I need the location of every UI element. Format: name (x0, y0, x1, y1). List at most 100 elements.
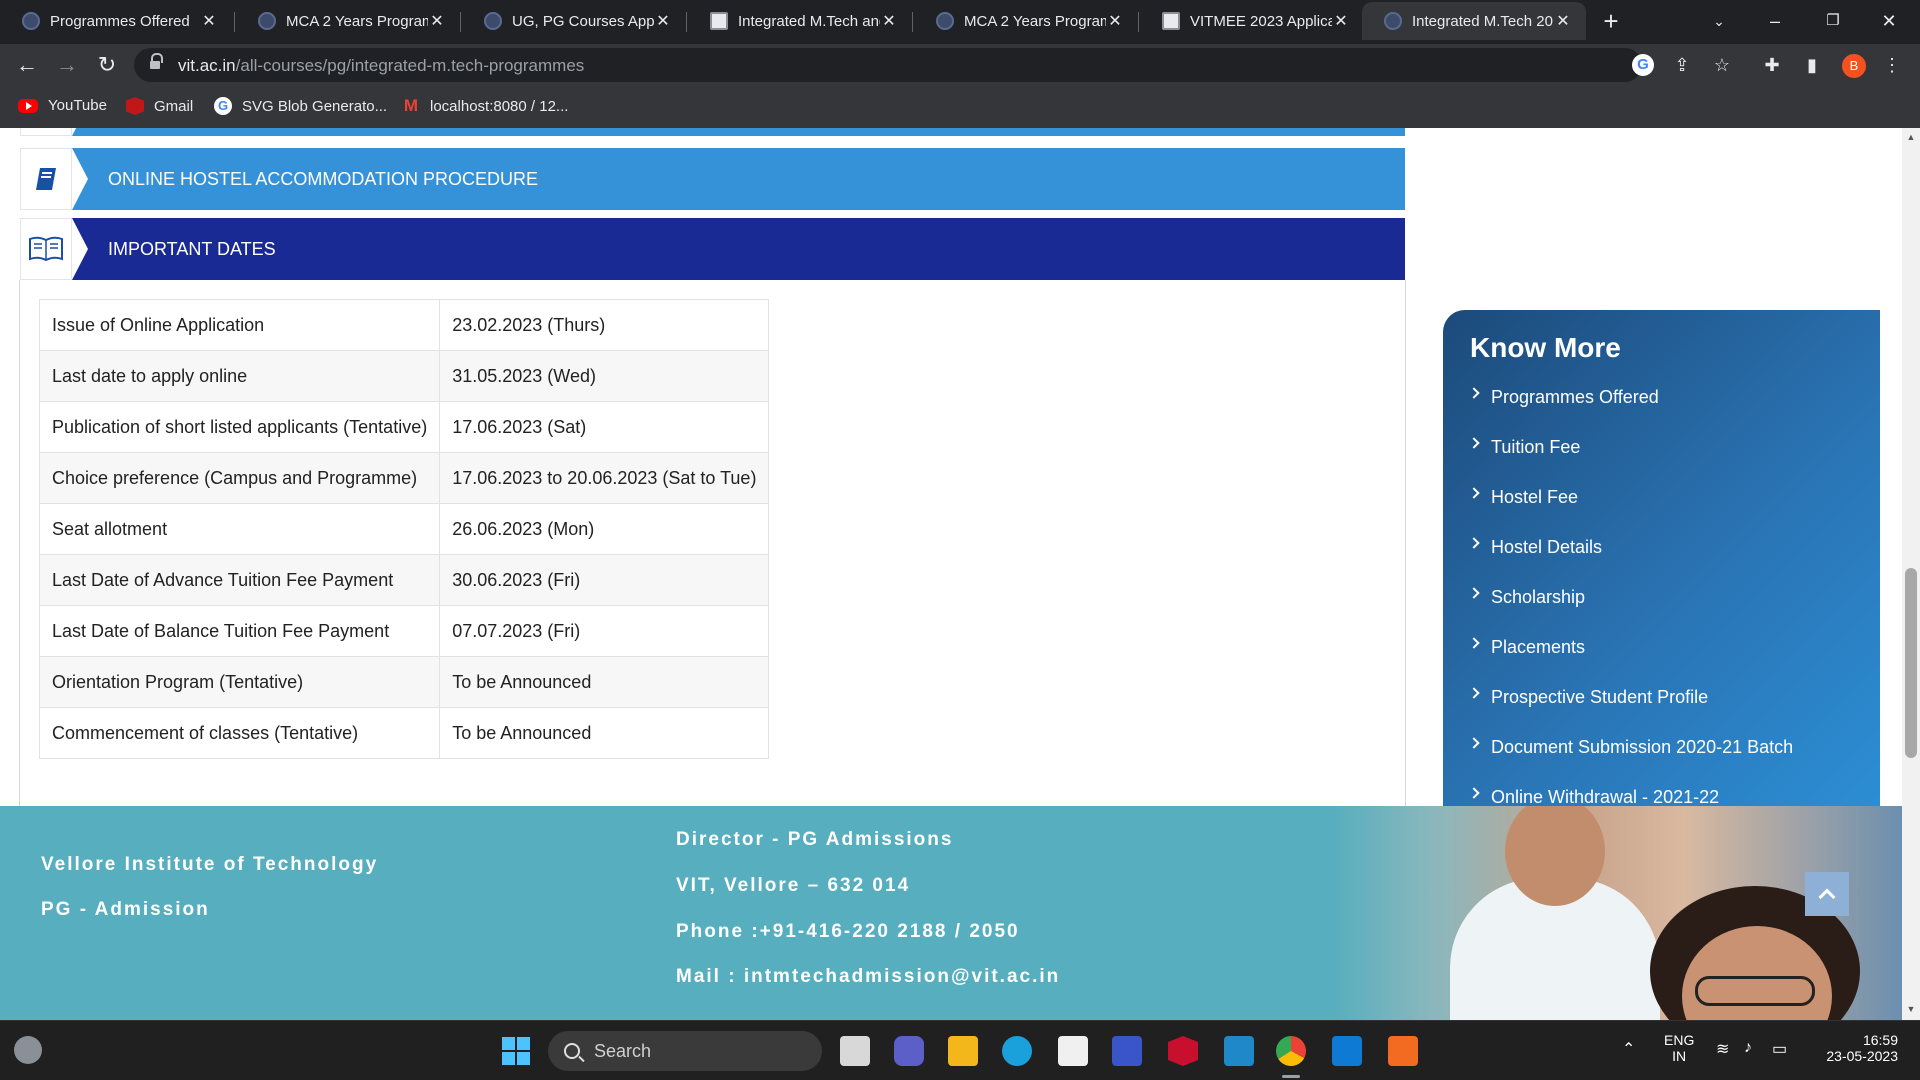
date-cell: 30.06.2023 (Fri) (439, 554, 770, 606)
know-more-link-tuition-fee[interactable]: Tuition Fee (1468, 436, 1580, 458)
bookmark-star-icon[interactable]: ☆ (1710, 53, 1734, 77)
scroll-down-arrow-icon[interactable]: ▼ (1906, 1004, 1916, 1014)
tab-vitmee-2023[interactable]: VITMEE 2023 Applicat ✕ (1140, 2, 1364, 40)
share-icon[interactable]: ⇪ (1670, 53, 1694, 77)
chevron-right-icon (1468, 586, 1480, 599)
scroll-up-arrow-icon[interactable]: ▲ (1906, 132, 1916, 142)
search-icon (564, 1043, 580, 1059)
know-more-link-placements[interactable]: Placements (1468, 636, 1586, 658)
windows-start-icon[interactable] (502, 1037, 530, 1065)
link-label: Placements (1491, 637, 1586, 657)
know-more-link-online-withdrawal[interactable]: Online Withdrawal - 2021-22 (1468, 786, 1719, 808)
active-app-indicator (1282, 1075, 1300, 1078)
close-icon[interactable]: ✕ (654, 11, 672, 31)
restore-icon[interactable]: ❐ (1810, 4, 1856, 38)
new-tab-plus-icon[interactable]: + (1596, 6, 1626, 36)
mcafee-shield-icon (126, 97, 144, 115)
bookmark-gmail[interactable]: Gmail (126, 97, 193, 115)
vit-favicon-icon (936, 12, 954, 30)
gmail-icon: M (403, 96, 419, 115)
bookmark-svg-blob[interactable]: G SVG Blob Generato... (214, 97, 387, 115)
close-icon[interactable]: ✕ (1332, 11, 1350, 31)
teams-chat-icon[interactable] (894, 1036, 924, 1066)
language-indicator[interactable]: ENG IN (1664, 1032, 1694, 1064)
clock[interactable]: 16:59 23-05-2023 (1812, 1032, 1898, 1064)
xampp-icon[interactable] (1388, 1036, 1418, 1066)
more-menu-icon[interactable]: ⋮ (1880, 53, 1904, 77)
mcafee-icon[interactable] (1168, 1036, 1198, 1066)
minimize-icon[interactable]: – (1752, 4, 1798, 38)
close-icon[interactable]: ✕ (428, 11, 446, 31)
tab-mca-2-years-2[interactable]: MCA 2 Years Program ✕ (914, 2, 1138, 40)
bookmark-youtube[interactable]: YouTube (18, 97, 107, 114)
reload-icon[interactable]: ↻ (92, 50, 122, 80)
footer-address: VIT, Vellore – 632 014 (676, 875, 911, 896)
forward-arrow-icon[interactable]: → (52, 50, 82, 80)
url-host: vit.ac.in (178, 56, 236, 75)
back-arrow-icon[interactable]: ← (12, 50, 42, 80)
volume-icon[interactable]: ♪ (1744, 1039, 1752, 1057)
dev-app-icon[interactable] (1112, 1036, 1142, 1066)
link-label: Hostel Details (1491, 537, 1603, 557)
tab-integrated-mtech-and[interactable]: Integrated M.Tech and ✕ (688, 2, 912, 40)
tab-ug-pg-courses[interactable]: UG, PG Courses Appli ✕ (462, 2, 686, 40)
task-view-icon[interactable] (840, 1036, 870, 1066)
vit-favicon-icon (484, 12, 502, 30)
remote-desktop-icon[interactable] (1224, 1036, 1254, 1066)
tab-search-chevron-icon[interactable]: ⌄ (1696, 4, 1742, 38)
scrollbar-thumb[interactable] (1905, 568, 1917, 758)
close-icon[interactable]: ✕ (1554, 11, 1572, 31)
event-cell: Choice preference (Campus and Programme) (38, 452, 441, 504)
weather-cloud-icon[interactable] (14, 1036, 42, 1064)
tab-title: MCA 2 Years Program (964, 12, 1106, 30)
tray-overflow-chevron-icon[interactable]: ⌃ (1622, 1039, 1635, 1059)
extensions-puzzle-icon[interactable]: ✚ (1760, 53, 1784, 77)
battery-icon[interactable]: ▭ (1772, 1039, 1787, 1059)
know-more-link-hostel-fee[interactable]: Hostel Fee (1468, 486, 1578, 508)
know-more-link-student-profile[interactable]: Prospective Student Profile (1468, 686, 1708, 708)
tab-integrated-mtech-active[interactable]: Integrated M.Tech 20 ✕ (1362, 2, 1586, 40)
url-text[interactable]: vit.ac.in/all-courses/pg/integrated-m.te… (178, 56, 584, 76)
event-cell: Commencement of classes (Tentative) (38, 707, 441, 759)
tab-title: MCA 2 Years Program (286, 12, 428, 30)
browser-tab-strip: Programmes Offered ✕ MCA 2 Years Program… (0, 0, 1920, 44)
bookmark-label: YouTube (48, 97, 107, 114)
close-icon[interactable]: ✕ (200, 11, 218, 31)
back-to-top-button[interactable] (1805, 872, 1849, 916)
know-more-link-programmes-offered[interactable]: Programmes Offered (1468, 386, 1659, 408)
accordion-important-dates[interactable]: IMPORTANT DATES (72, 218, 1405, 280)
date-cell: 26.06.2023 (Mon) (439, 503, 770, 555)
chrome-icon[interactable] (1276, 1036, 1306, 1066)
file-explorer-icon[interactable] (948, 1036, 978, 1066)
footer-mail-link[interactable]: Mail : intmtechadmission@vit.ac.in (676, 966, 1060, 988)
microsoft-store-icon[interactable] (1058, 1036, 1088, 1066)
close-icon[interactable]: ✕ (1106, 11, 1124, 31)
know-more-link-hostel-details[interactable]: Hostel Details (1468, 536, 1603, 558)
lock-icon[interactable] (150, 53, 163, 70)
profile-avatar[interactable]: B (1842, 54, 1866, 78)
know-more-link-document-submission[interactable]: Document Submission 2020-21 Batch (1468, 736, 1793, 758)
edge-browser-icon[interactable] (1002, 1036, 1032, 1066)
chevron-right-icon (1468, 786, 1480, 799)
close-icon[interactable]: ✕ (880, 11, 898, 31)
window-close-icon[interactable]: ✕ (1866, 4, 1912, 38)
accordion-hostel-accommodation[interactable]: ONLINE HOSTEL ACCOMMODATION PROCEDURE (72, 148, 1405, 210)
page-scrollbar[interactable]: ▲ ▼ (1902, 128, 1920, 1020)
clock-time: 16:59 (1862, 1032, 1898, 1048)
bookmark-localhost[interactable]: M localhost:8080 / 12... (402, 96, 569, 115)
footer-section-name: PG - Admission (41, 899, 210, 920)
taskbar-search-box[interactable]: Search (548, 1031, 822, 1071)
accordion-title: ONLINE HOSTEL ACCOMMODATION PROCEDURE (108, 168, 539, 189)
wifi-icon[interactable]: ≋ (1716, 1039, 1729, 1059)
google-lens-icon[interactable]: G (1632, 54, 1654, 76)
tab-programmes-offered[interactable]: Programmes Offered ✕ (0, 2, 232, 40)
vscode-icon[interactable] (1332, 1036, 1362, 1066)
address-bar[interactable]: vit.ac.in/all-courses/pg/integrated-m.te… (134, 48, 1642, 82)
tab-mca-2-years[interactable]: MCA 2 Years Program ✕ (236, 2, 460, 40)
accordion-previous[interactable] (72, 128, 1405, 136)
side-panel-icon[interactable]: ▮ (1800, 53, 1824, 77)
open-book-icon (29, 236, 63, 262)
date-cell: 17.06.2023 (Sat) (439, 401, 770, 453)
know-more-link-scholarship[interactable]: Scholarship (1468, 586, 1585, 608)
tab-divider (912, 12, 913, 32)
